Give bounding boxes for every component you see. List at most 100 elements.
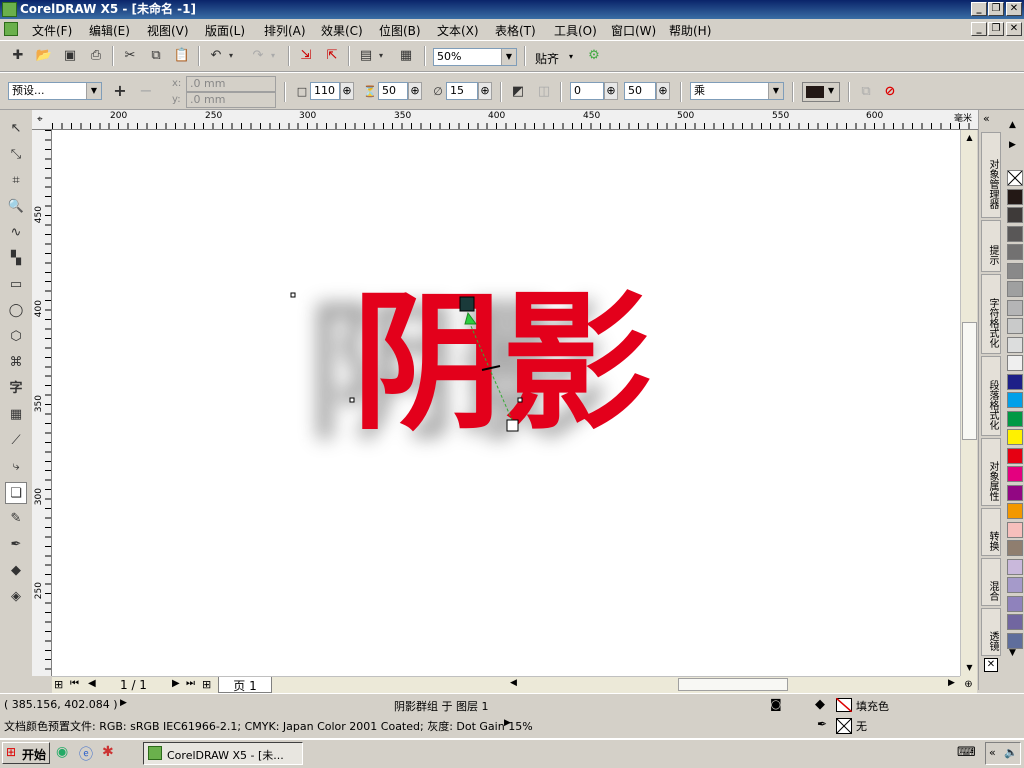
scroll-down-icon[interactable]: ▼	[962, 660, 977, 675]
palette-swatch[interactable]	[1007, 281, 1023, 297]
ruler-origin-icon[interactable]: ⌖	[37, 114, 43, 125]
menu-layout[interactable]: 版面(L)	[205, 22, 245, 39]
palette-flyout-icon[interactable]: ▶	[1009, 140, 1016, 150]
chevron-down-icon[interactable]: ▼	[501, 49, 516, 65]
palette-swatch[interactable]	[1007, 484, 1023, 501]
opacity-spin-icon[interactable]: ⊕	[340, 82, 354, 100]
shadow-end-handle[interactable]	[506, 419, 519, 432]
chevron-down-icon[interactable]: ▼	[828, 86, 834, 95]
palette-swatch[interactable]	[1007, 466, 1023, 482]
tray-expand-icon[interactable]: «	[989, 746, 996, 759]
connector-tool-icon[interactable]: ⤷	[5, 456, 27, 478]
feather-direction-field[interactable]: 15	[446, 82, 478, 100]
palette-swatch[interactable]	[1007, 225, 1023, 242]
direction-spin-icon[interactable]: ⊕	[478, 82, 492, 100]
palette-swatch[interactable]	[1007, 595, 1023, 612]
keyboard-tray-icon[interactable]: ⌨	[957, 745, 976, 760]
drawing-canvas[interactable]: 阴影 阴影	[52, 130, 960, 676]
palette-swatch[interactable]	[1007, 577, 1023, 593]
close-docker-icon[interactable]: ✕	[984, 658, 998, 672]
minimize-button[interactable]: _	[971, 2, 987, 16]
palette-swatch[interactable]	[1007, 299, 1023, 316]
menu-arrange[interactable]: 排列(A)	[264, 22, 306, 39]
shadow-color-picker[interactable]: ▼	[802, 82, 840, 102]
smart-fill-tool-icon[interactable]: ▚	[5, 248, 27, 270]
shadow-stretch-field[interactable]: 50	[624, 82, 656, 100]
palette-swatch[interactable]	[1007, 373, 1023, 390]
horizontal-scroll-thumb[interactable]	[678, 678, 788, 691]
docker-tab-hints[interactable]: 提示	[981, 220, 1001, 272]
clear-shadow-icon[interactable]: ⊘	[880, 82, 900, 102]
add-page-before-icon[interactable]: ⊞	[54, 678, 63, 691]
menu-help[interactable]: 帮助(H)	[669, 22, 711, 39]
artwork-text[interactable]: 阴影	[352, 277, 652, 451]
vertical-scrollbar[interactable]: ▲ ▼	[960, 130, 977, 676]
application-launcher-icon[interactable]: ▤	[356, 46, 376, 66]
vertical-ruler[interactable]: 450 400 350 300 250	[32, 130, 52, 676]
docker-tab-blend[interactable]: 混合	[981, 558, 1001, 606]
status-flyout-icon[interactable]: ▶	[120, 698, 127, 708]
feather-spin-icon[interactable]: ⊕	[408, 82, 422, 100]
merge-mode-select[interactable]: 乘 ▼	[690, 82, 784, 100]
maximize-button[interactable]: ❐	[988, 2, 1004, 16]
chevron-down-icon[interactable]: ▼	[768, 83, 783, 99]
preset-select[interactable]: 预设... ▼	[8, 82, 102, 100]
doc-minimize-button[interactable]: _	[971, 22, 987, 36]
cut-icon[interactable]: ✂	[120, 46, 140, 66]
dimension-tool-icon[interactable]: ⟋	[5, 430, 27, 452]
menu-edit[interactable]: 编辑(E)	[89, 22, 130, 39]
palette-swatch[interactable]	[1007, 207, 1023, 223]
fade-spin-icon[interactable]: ⊕	[604, 82, 618, 100]
outline-none-swatch-icon[interactable]	[836, 718, 852, 734]
previous-page-icon[interactable]: ◀	[88, 678, 96, 689]
fill-none-swatch-icon[interactable]	[836, 698, 852, 712]
docker-tab-paragraph-formatting[interactable]: 段落格式化	[981, 356, 1001, 436]
palette-scroll-down-icon[interactable]: ▼	[1009, 648, 1016, 658]
basic-shapes-tool-icon[interactable]: ⌘	[5, 352, 27, 374]
ie-quicklaunch-icon[interactable]: ⓔ	[79, 744, 93, 764]
selection-handle[interactable]	[349, 397, 355, 403]
doc-close-button[interactable]: ✕	[1006, 22, 1022, 36]
table-tool-icon[interactable]: ▦	[5, 404, 27, 426]
palette-swatch[interactable]	[1007, 262, 1023, 279]
next-page-icon[interactable]: ▶	[172, 678, 180, 689]
fill-tool-icon[interactable]: ◆	[5, 560, 27, 582]
selection-handle[interactable]	[517, 397, 523, 403]
first-page-icon[interactable]: ⏮	[70, 678, 79, 689]
pick-tool-icon[interactable]: ↖	[5, 118, 27, 140]
menu-window[interactable]: 窗口(W)	[611, 22, 656, 39]
welcome-screen-icon[interactable]: ▦	[396, 46, 416, 66]
vertical-scroll-thumb[interactable]	[962, 322, 977, 440]
palette-swatch[interactable]	[1007, 521, 1023, 538]
import-icon[interactable]: ⇲	[296, 46, 316, 66]
shadow-fade-field[interactable]: 0	[570, 82, 604, 100]
add-page-after-icon[interactable]: ⊞	[202, 678, 211, 691]
palette-swatch[interactable]	[1007, 558, 1023, 575]
palette-swatch[interactable]	[1007, 410, 1023, 427]
print-icon[interactable]: ⎙	[86, 46, 106, 66]
docker-tab-transformations[interactable]: 转换	[981, 508, 1001, 556]
menu-view[interactable]: 视图(V)	[147, 22, 189, 39]
palette-swatch[interactable]	[1007, 632, 1023, 649]
menu-table[interactable]: 表格(T)	[495, 22, 536, 39]
palette-swatch[interactable]	[1007, 503, 1023, 519]
crop-tool-icon[interactable]: ⌗	[5, 170, 27, 192]
outline-pen-tool-icon[interactable]: ✒	[5, 534, 27, 556]
palette-swatch[interactable]	[1007, 244, 1023, 260]
docker-tab-lens[interactable]: 透镜	[981, 608, 1001, 656]
color-proof-icon[interactable]: ◙	[770, 697, 782, 711]
freehand-tool-icon[interactable]: ∿	[5, 222, 27, 244]
snap-to-menu[interactable]: 贴齐	[535, 50, 559, 67]
palette-swatch[interactable]	[1007, 336, 1023, 353]
shadow-opacity-field[interactable]: 110	[310, 82, 340, 100]
text-tool-icon[interactable]: 字	[5, 378, 27, 400]
save-icon[interactable]: ▣	[60, 46, 80, 66]
docker-tab-object-properties[interactable]: 对象属性	[981, 438, 1001, 506]
zoom-level-select[interactable]: 50% ▼	[433, 48, 517, 66]
taskbar-coreldraw-button[interactable]: CorelDRAW X5 - [未...	[143, 742, 303, 765]
palette-swatch[interactable]	[1007, 188, 1023, 205]
palette-swatch[interactable]	[1007, 355, 1023, 371]
palette-scroll-up-icon[interactable]: ▲	[1009, 120, 1016, 130]
chevron-down-icon[interactable]: ▼	[86, 83, 101, 99]
rectangle-tool-icon[interactable]: ▭	[5, 274, 27, 296]
